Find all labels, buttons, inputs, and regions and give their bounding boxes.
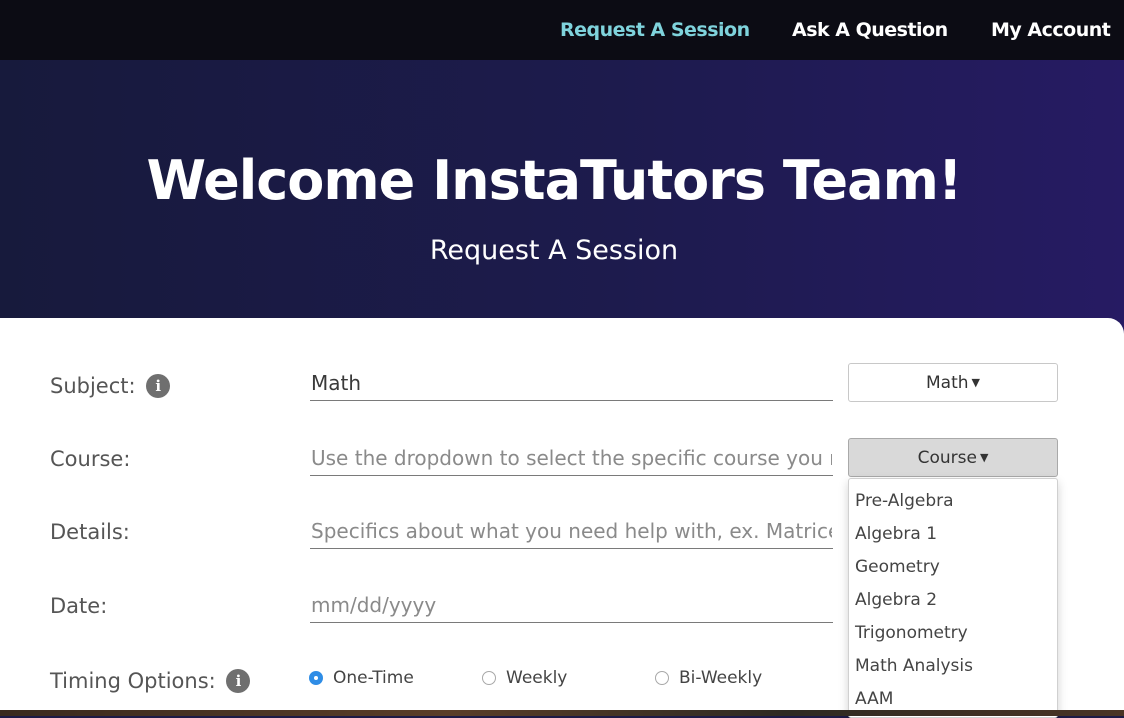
course-label: Course:: [50, 447, 131, 471]
timing-label: Timing Options: i: [50, 666, 251, 696]
page-title: Welcome InstaTutors Team!: [146, 149, 963, 212]
radio-selected-icon[interactable]: [309, 671, 323, 685]
page-bottom-edge: [0, 710, 1124, 716]
date-input[interactable]: [310, 587, 833, 623]
caret-down-icon: ▼: [979, 451, 989, 464]
info-icon[interactable]: i: [146, 374, 171, 398]
course-option[interactable]: Geometry: [855, 552, 940, 582]
caret-down-icon: ▼: [971, 376, 980, 389]
nav-ask-question[interactable]: Ask A Question: [792, 17, 948, 43]
course-option[interactable]: Pre-Algebra: [855, 486, 954, 516]
timing-option-weekly[interactable]: Weekly: [482, 668, 567, 688]
subject-dropdown-button[interactable]: Math ▼: [848, 363, 1058, 402]
subject-label: Subject: i: [50, 371, 171, 401]
radio-icon[interactable]: [655, 671, 669, 685]
course-input[interactable]: [310, 440, 833, 476]
course-option[interactable]: Algebra 1: [855, 519, 937, 549]
info-icon[interactable]: i: [226, 669, 251, 693]
page-subtitle: Request A Session: [429, 235, 679, 266]
course-dropdown-button[interactable]: Course ▼: [848, 438, 1058, 477]
course-option[interactable]: Math Analysis: [855, 651, 973, 681]
timing-option-bi-weekly[interactable]: Bi-Weekly: [655, 668, 762, 688]
course-option[interactable]: Algebra 2: [855, 585, 937, 615]
details-input[interactable]: [310, 513, 833, 549]
details-label: Details:: [50, 520, 130, 544]
date-label: Date:: [50, 594, 108, 618]
subject-input[interactable]: [310, 365, 833, 401]
nav-my-account[interactable]: My Account: [991, 17, 1111, 43]
nav-request-session[interactable]: Request A Session: [560, 17, 750, 43]
timing-option-one-time[interactable]: One-Time: [309, 668, 414, 688]
course-dropdown-menu: Pre-Algebra Algebra 1 Geometry Algebra 2…: [848, 478, 1058, 718]
course-option[interactable]: Trigonometry: [855, 618, 968, 648]
radio-icon[interactable]: [482, 671, 496, 685]
top-nav: Request A Session Ask A Question My Acco…: [0, 0, 1124, 60]
